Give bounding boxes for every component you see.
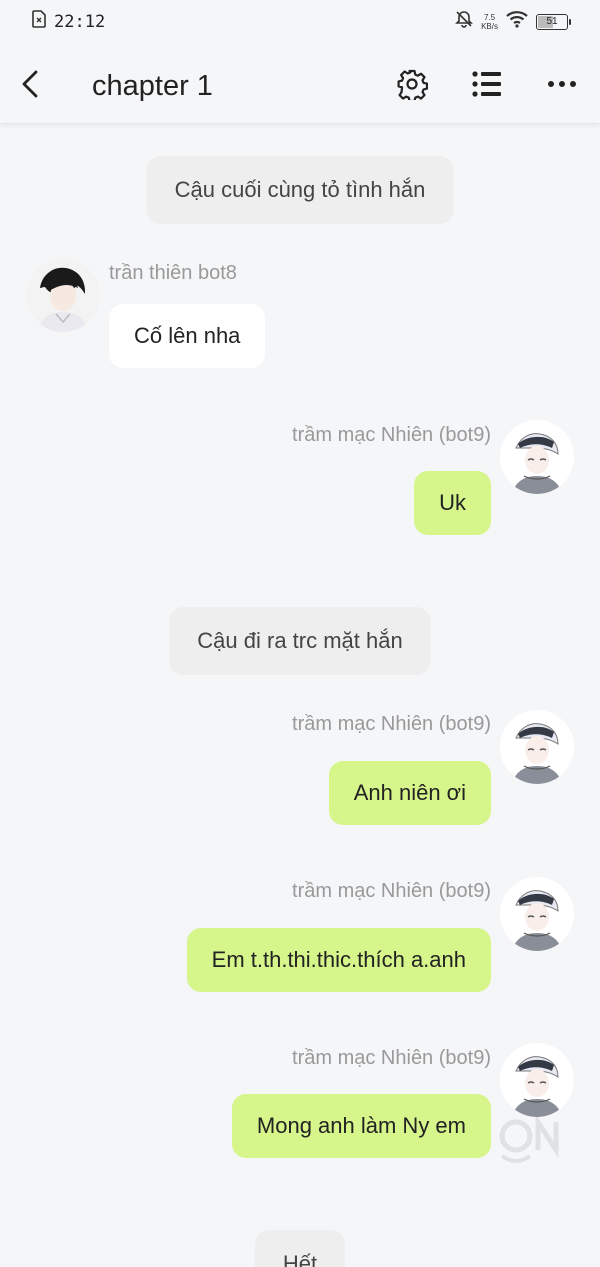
message-bubble[interactable]: Anh niên ơi <box>328 761 491 825</box>
message-bubble[interactable]: Cố lên nha <box>109 304 266 368</box>
message-bubble[interactable]: Mong anh làm Ny em <box>231 1094 491 1158</box>
wifi-icon <box>506 10 528 33</box>
narration-bubble: Cậu cuối cùng tỏ tình hắn <box>146 156 454 224</box>
avatar[interactable] <box>500 877 574 951</box>
battery-icon: 51 <box>536 13 571 30</box>
sender-name: trầm mạc Nhiên (bot9) <box>292 880 491 902</box>
notifications-off-icon <box>455 10 474 33</box>
list-icon <box>472 71 501 97</box>
chapter-list-button[interactable] <box>467 64 507 104</box>
network-speed: 7.5 KB/s <box>481 12 498 31</box>
avatar[interactable] <box>500 710 574 784</box>
status-time: 22:12 <box>54 11 106 32</box>
avatar[interactable] <box>500 420 574 494</box>
watermark-logo <box>499 1113 559 1163</box>
more-button[interactable] <box>542 64 582 104</box>
app-bar: chapter 1 <box>0 44 600 124</box>
status-left: 22:12 <box>32 10 105 33</box>
sender-name: trầm mạc Nhiên (bot9) <box>292 424 491 446</box>
back-button[interactable] <box>12 64 48 104</box>
narration-bubble: Hết <box>254 1230 346 1267</box>
status-right: 7.5 KB/s 51 <box>455 10 571 33</box>
sender-name: trầm mạc Nhiên (bot9) <box>292 713 491 735</box>
message-bubble[interactable]: Em t.th.thi.thic.thích a.anh <box>186 928 491 992</box>
sender-name: trầm mạc Nhiên (bot9) <box>292 1047 491 1069</box>
narration-bubble: Cậu đi ra trc mặt hắn <box>169 607 431 675</box>
sim-card-icon <box>32 10 46 33</box>
message-bubble[interactable]: Uk <box>414 471 491 535</box>
gear-icon <box>397 69 428 100</box>
avatar[interactable] <box>26 258 100 332</box>
page-title: chapter 1 <box>92 70 213 102</box>
chevron-left-icon <box>22 70 38 98</box>
more-horizontal-icon <box>548 81 576 87</box>
settings-button[interactable] <box>392 64 432 104</box>
sender-name: trần thiên bot8 <box>109 262 237 284</box>
status-bar: 22:12 7.5 KB/s 51 <box>0 0 600 44</box>
avatar[interactable] <box>500 1043 574 1117</box>
